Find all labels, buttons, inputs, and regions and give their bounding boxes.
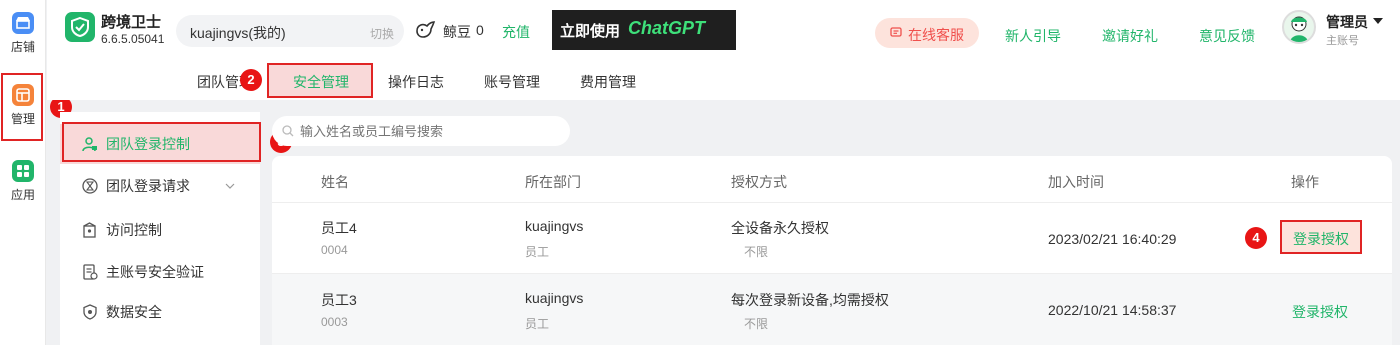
cell-employee-id: 0004 [321, 243, 348, 257]
cell-auth-limit: 不限 [744, 245, 769, 259]
rail-item-store[interactable]: 店铺 [0, 12, 46, 55]
app-logo-icon [65, 12, 95, 42]
members-table: 姓名 所在部门 授权方式 加入时间 操作 员工4 0004 kuajingvs … [272, 156, 1392, 345]
account-name: kuajingvs(我的) [190, 25, 286, 41]
sidebar-item-label: 主账号安全验证 [106, 264, 204, 280]
chevron-down-icon[interactable] [225, 183, 235, 189]
chat-icon [890, 27, 902, 37]
login-auth-button[interactable]: 登录授权 [1293, 229, 1349, 249]
cell-auth: 每次登录新设备,均需授权 [731, 292, 889, 308]
cell-dept-role: 员工 [525, 317, 550, 331]
annotation-4: 4 [1245, 227, 1267, 249]
cell-dept: kuajingvs [525, 290, 584, 306]
left-rail: 店铺 管理 应用 [0, 0, 46, 345]
login-auth-button[interactable]: 登录授权 [1292, 302, 1348, 322]
annotation-2: 2 [240, 69, 262, 91]
login-auth-button-highlight[interactable]: 登录授权 [1280, 220, 1362, 254]
beans-count: 0 [476, 22, 484, 38]
chatgpt-banner[interactable]: 立即使用 ChatGPT [552, 10, 736, 50]
user-role: 主账号 [1326, 35, 1359, 47]
tab-fee-manage[interactable]: 费用管理 [580, 72, 636, 92]
sidebar-item-label: 访问控制 [106, 222, 162, 238]
app-name: 跨境卫士 [101, 14, 162, 31]
shield-icon [83, 304, 97, 320]
recharge-link[interactable]: 充值 [502, 22, 530, 42]
cell-employee-id: 0003 [321, 315, 348, 329]
sidebar-item-data-security[interactable]: 数据安全 [60, 292, 260, 332]
newbie-guide-link[interactable]: 新人引导 [1005, 26, 1061, 46]
banner-text-cn: 立即使用 [560, 23, 621, 40]
app-version: 6.6.5.05041 [101, 32, 165, 46]
account-switcher[interactable]: kuajingvs(我的) 切换 [176, 15, 404, 47]
banner-text-en: ChatGPT [628, 18, 706, 38]
request-icon [82, 178, 98, 194]
apps-icon [12, 160, 34, 182]
cell-joined-time: 2023/02/21 16:40:29 [1048, 231, 1177, 247]
search-icon [282, 125, 294, 137]
cell-name: 员工3 [321, 292, 357, 308]
online-service-button[interactable]: 在线客服 [875, 18, 979, 48]
column-header-action: 操作 [1291, 174, 1319, 190]
cell-auth: 全设备永久授权 [731, 220, 829, 236]
column-header-auth: 授权方式 [731, 174, 787, 190]
cell-name: 员工4 [321, 220, 357, 236]
cell-dept-role: 员工 [525, 245, 550, 259]
column-header-dept: 所在部门 [525, 174, 581, 190]
tab-account-manage[interactable]: 账号管理 [484, 72, 540, 92]
column-header-name: 姓名 [321, 174, 349, 190]
invite-gift-link[interactable]: 邀请好礼 [1102, 26, 1158, 46]
rail-item-label: 店铺 [10, 40, 35, 54]
highlight-box-manage [1, 73, 43, 141]
online-service-label: 在线客服 [908, 27, 964, 43]
search-input[interactable] [300, 122, 560, 140]
caret-down-icon[interactable] [1373, 18, 1383, 24]
access-control-icon [83, 222, 96, 238]
store-icon [12, 12, 34, 34]
cell-dept: kuajingvs [525, 218, 584, 234]
sidebar-item-team-login-request[interactable]: 团队登录请求 [60, 166, 260, 206]
highlight-box-sidebar [62, 122, 261, 162]
table-row: 员工4 0004 kuajingvs 员工 全设备永久授权 不限 2023/02… [272, 203, 1392, 273]
sidebar-item-access-control[interactable]: 访问控制 [60, 210, 260, 250]
user-name[interactable]: 管理员 [1326, 12, 1368, 32]
beans-label: 鲸豆 [443, 24, 471, 40]
highlight-box-tab [267, 63, 373, 98]
sidebar-item-label: 团队登录请求 [106, 178, 190, 194]
verify-icon [83, 264, 98, 280]
column-header-joined: 加入时间 [1048, 174, 1104, 190]
avatar[interactable] [1282, 10, 1316, 44]
switch-account-link[interactable]: 切换 [370, 25, 394, 42]
tab-operation-log[interactable]: 操作日志 [388, 72, 444, 92]
feedback-link[interactable]: 意见反馈 [1199, 26, 1255, 46]
rail-item-apps[interactable]: 应用 [0, 160, 46, 203]
sidebar-item-main-account-verify[interactable]: 主账号安全验证 [60, 252, 260, 292]
sidebar-item-label: 数据安全 [106, 304, 162, 320]
whale-bean-icon [416, 21, 436, 38]
table-row: 员工3 0003 kuajingvs 员工 每次登录新设备,均需授权 不限 20… [272, 274, 1392, 345]
cell-auth-limit: 不限 [744, 317, 769, 331]
rail-item-label: 应用 [10, 188, 35, 202]
cell-joined-time: 2022/10/21 14:58:37 [1048, 302, 1177, 318]
search-box[interactable] [272, 116, 570, 146]
